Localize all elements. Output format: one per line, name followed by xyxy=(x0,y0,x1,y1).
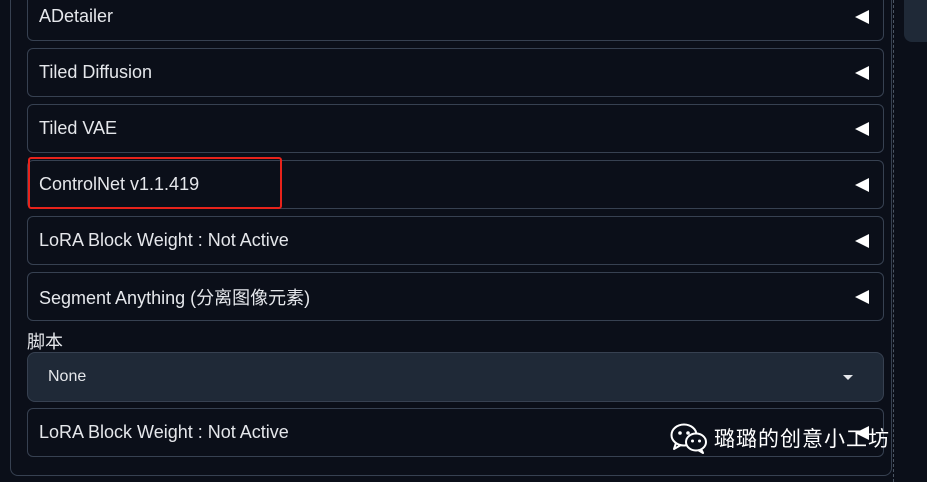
accordion-label: Tiled VAE xyxy=(39,118,118,138)
script-dropdown[interactable]: None xyxy=(27,352,884,402)
accordion-label: ADetailer xyxy=(39,6,114,26)
collapse-triangle-icon[interactable] xyxy=(855,233,869,248)
accordion-label: Segment Anything (分离图像元素) xyxy=(39,287,311,308)
accordion-adetailer[interactable]: ADetailer xyxy=(27,0,884,41)
collapse-triangle-icon[interactable] xyxy=(855,289,869,304)
accordion-label: LoRA Block Weight : Not Active xyxy=(39,230,289,250)
accordion-tiled-vae[interactable]: Tiled VAE xyxy=(27,104,884,153)
chevron-down-icon[interactable] xyxy=(843,374,853,380)
accordion-label: Tiled Diffusion xyxy=(39,62,153,82)
accordion-lora-block-weight[interactable]: LoRA Block Weight : Not Active xyxy=(27,216,884,265)
collapse-triangle-icon[interactable] xyxy=(855,65,869,80)
column-divider xyxy=(893,0,894,482)
collapse-triangle-icon[interactable] xyxy=(855,177,869,192)
collapse-triangle-icon[interactable] xyxy=(855,121,869,136)
script-dropdown-value: None xyxy=(48,368,87,385)
watermark: 璐璐的创意小工坊 xyxy=(670,422,890,454)
right-column-block xyxy=(904,0,927,42)
accordion-segment-anything[interactable]: Segment Anything (分离图像元素) xyxy=(27,272,884,321)
script-label: 脚本 xyxy=(27,332,63,352)
watermark-text: 璐璐的创意小工坊 xyxy=(714,427,890,451)
accordion-label: LoRA Block Weight : Not Active xyxy=(39,422,289,442)
accordion-tiled-diffusion[interactable]: Tiled Diffusion xyxy=(27,48,884,97)
red-highlight-box xyxy=(28,157,282,209)
collapse-triangle-icon[interactable] xyxy=(855,9,869,24)
wechat-icon xyxy=(670,422,708,454)
